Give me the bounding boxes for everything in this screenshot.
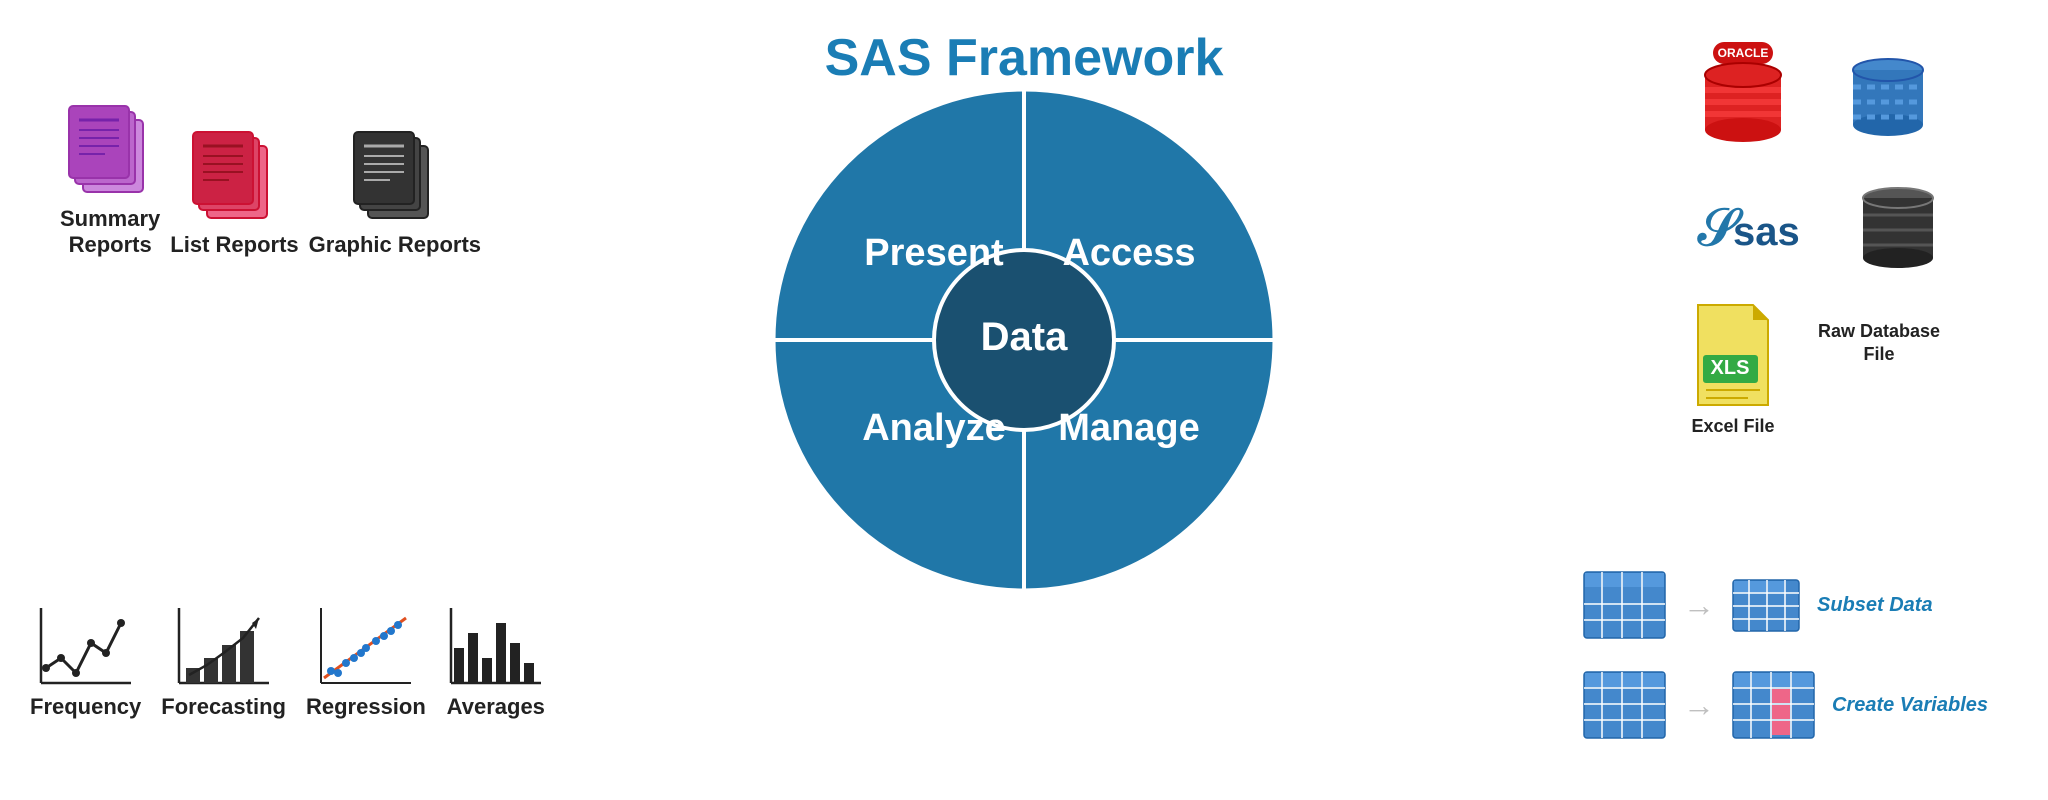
list-reports-label: List Reports <box>170 232 298 258</box>
svg-text:Present: Present <box>864 232 1004 274</box>
forecasting-label: Forecasting <box>161 694 286 720</box>
excel-file-label: Excel File <box>1691 416 1774 437</box>
oracle-db-icon: ORACLE <box>1688 40 1798 150</box>
graphic-reports-icon <box>350 126 440 226</box>
subset-dest-grid <box>1731 578 1801 633</box>
create-dest-grid <box>1731 670 1816 740</box>
graphic-reports-item: Graphic Reports <box>309 126 481 258</box>
analysis-icons-section: Frequency Forecasting <box>30 603 546 720</box>
sas-logo-icon: 𝒮 sas <box>1688 195 1808 255</box>
averages-label: Averages <box>447 694 545 720</box>
forecasting-icon <box>174 603 274 688</box>
report-icons-section: SummaryReports List Reports <box>60 100 481 258</box>
regression-item: Regression <box>306 603 426 720</box>
frequency-label: Frequency <box>30 694 141 720</box>
page-title: SAS Framework <box>825 28 1224 88</box>
summary-reports-icon <box>65 100 155 200</box>
list-reports-icon <box>189 126 279 226</box>
svg-text:XLS: XLS <box>1711 357 1750 379</box>
averages-icon <box>446 603 546 688</box>
raw-db-file-label: Raw DatabaseFile <box>1818 320 1940 367</box>
averages-item: Averages <box>446 603 546 720</box>
create-arrow: → <box>1683 687 1715 724</box>
svg-text:Manage: Manage <box>1058 407 1199 449</box>
datasource-row-3: XLS Excel File Raw DatabaseFile <box>1688 300 1948 437</box>
svg-text:Analyze: Analyze <box>862 407 1006 449</box>
list-reports-item: List Reports <box>170 126 298 258</box>
subset-data-label: Subset Data <box>1817 594 1933 617</box>
data-sources-section: ORACLE <box>1688 40 1948 437</box>
create-variables-label: Create Variables <box>1832 694 1988 717</box>
svg-text:sas: sas <box>1733 210 1800 254</box>
blue-db-item <box>1838 40 1938 150</box>
svg-text:Access: Access <box>1062 232 1195 274</box>
subset-data-row: → Subset Data <box>1582 570 1988 640</box>
graphic-reports-label: Graphic Reports <box>309 232 481 258</box>
subset-source-grid <box>1582 570 1667 640</box>
black-db-item <box>1848 170 1948 280</box>
datasource-row-2: 𝒮 sas <box>1688 170 1948 280</box>
datasource-row-1: ORACLE <box>1688 40 1948 150</box>
regression-icon <box>316 603 416 688</box>
summary-reports-label: SummaryReports <box>60 206 160 258</box>
frequency-item: Frequency <box>30 603 141 720</box>
summary-reports-item: SummaryReports <box>60 100 160 258</box>
sas-wheel: Present Access Analyze Manage Data <box>764 80 1284 600</box>
oracle-db-item: ORACLE <box>1688 40 1798 150</box>
sas-logo-item: 𝒮 sas <box>1688 195 1808 255</box>
black-db-icon <box>1848 170 1948 280</box>
create-variables-row: → Create Variables <box>1582 670 1988 740</box>
frequency-icon <box>36 603 136 688</box>
create-source-grid <box>1582 670 1667 740</box>
regression-label: Regression <box>306 694 426 720</box>
data-operations-section: → Subset Data <box>1582 570 1988 740</box>
svg-text:ORACLE: ORACLE <box>1718 46 1769 60</box>
subset-arrow: → <box>1683 587 1715 624</box>
raw-db-file-item: Raw DatabaseFile <box>1818 320 1940 367</box>
excel-file-icon: XLS <box>1688 300 1778 410</box>
svg-text:Data: Data <box>981 315 1068 359</box>
forecasting-item: Forecasting <box>161 603 286 720</box>
blue-db-icon <box>1838 40 1938 150</box>
excel-file-item: XLS Excel File <box>1688 300 1778 437</box>
